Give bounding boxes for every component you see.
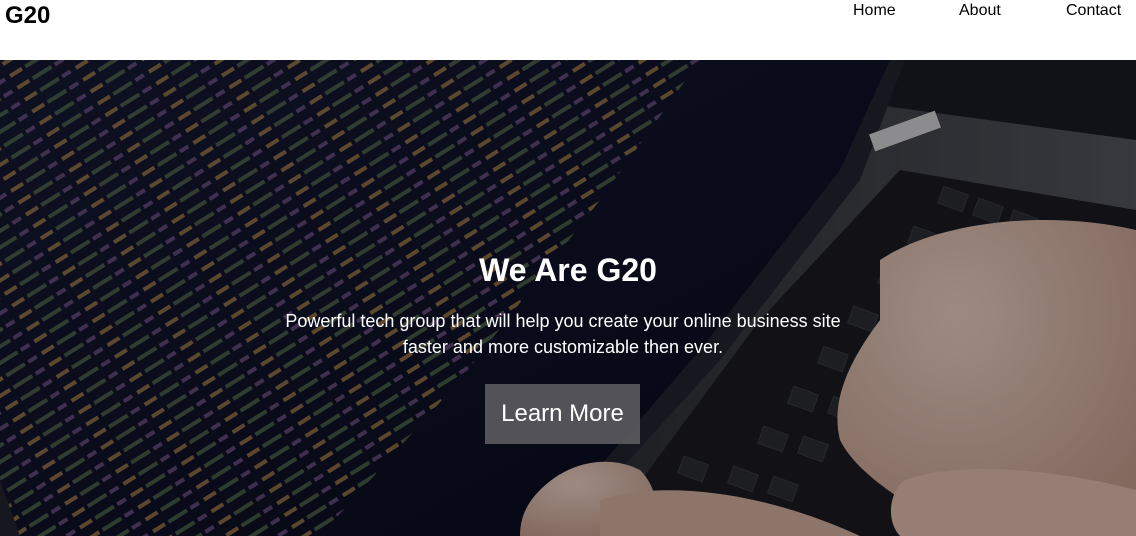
nav-link-about[interactable]: About <box>959 1 1001 21</box>
nav-link-contact[interactable]: Contact <box>1066 1 1121 21</box>
hero-background-image <box>0 60 1136 536</box>
nav-link-home[interactable]: Home <box>853 1 896 21</box>
hero-section: We Are G20 Powerful tech group that will… <box>0 60 1136 536</box>
site-logo[interactable]: G20 <box>5 2 50 30</box>
hero-subtitle: Powerful tech group that will help you c… <box>285 311 841 357</box>
hero-title: We Are G20 <box>479 252 657 288</box>
navbar: G20 Home About Contact <box>0 0 1136 60</box>
learn-more-button[interactable]: Learn More <box>485 384 640 444</box>
